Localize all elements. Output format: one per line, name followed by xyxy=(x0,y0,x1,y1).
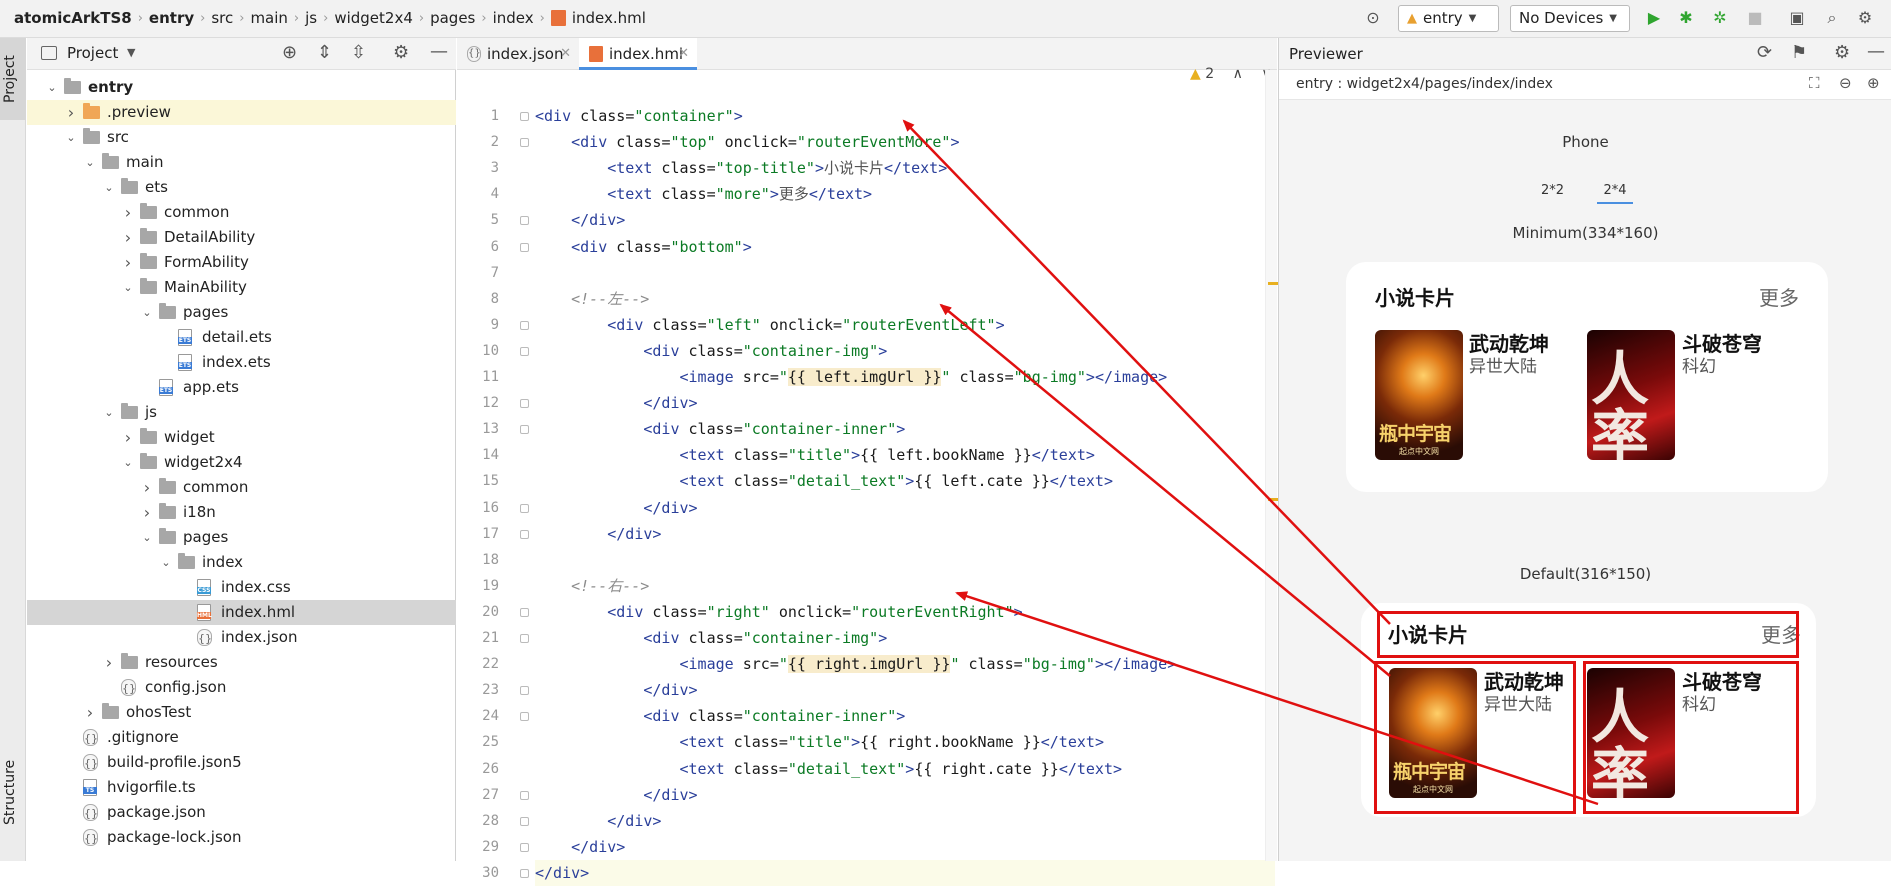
line-number: 30 xyxy=(482,864,499,881)
annotation-arrows xyxy=(902,119,1599,806)
fold-marker[interactable] xyxy=(520,868,529,878)
arrow-right-to-router-right xyxy=(955,591,1599,806)
arrow-top-to-router-more xyxy=(902,119,1391,625)
code-line[interactable]: </div> xyxy=(535,859,1275,886)
arrow-left-to-router-left xyxy=(939,303,1391,677)
